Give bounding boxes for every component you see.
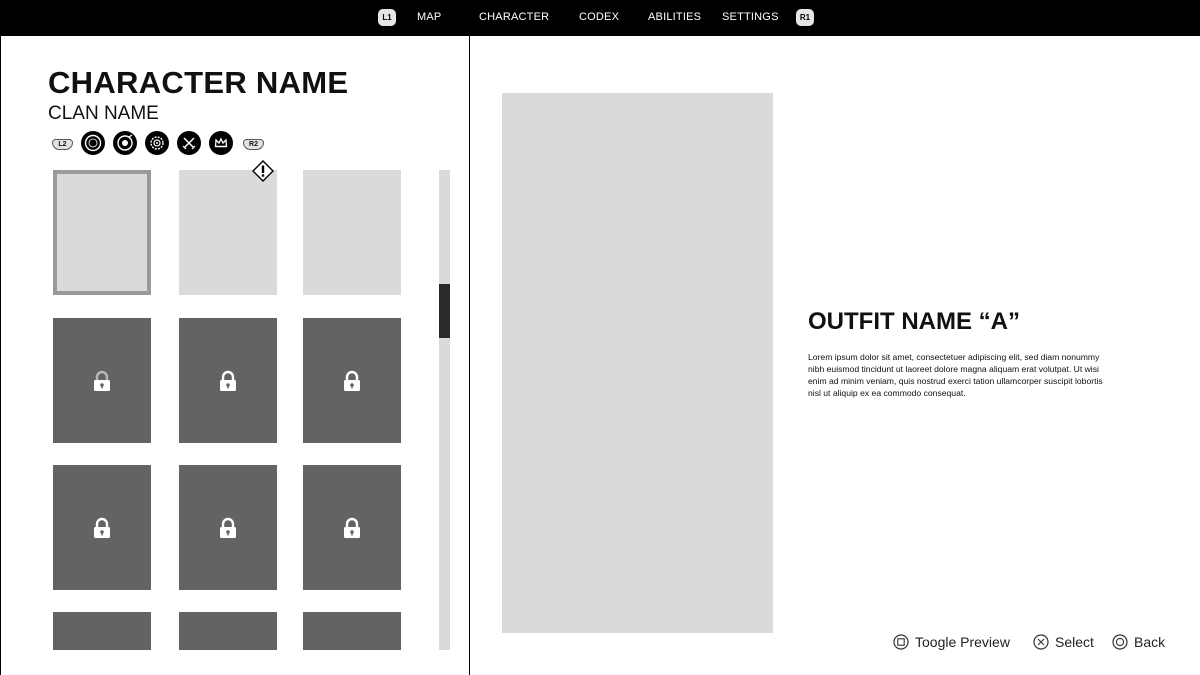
new-item-alert-icon — [252, 160, 274, 182]
outfit-preview-image — [502, 93, 773, 633]
cross-button-icon — [1033, 634, 1049, 650]
outfit-tile-selected[interactable] — [53, 170, 151, 295]
outfit-tile-locked[interactable] — [53, 612, 151, 650]
lock-icon — [344, 370, 360, 391]
square-button-icon — [893, 634, 909, 650]
toggle-preview-hint[interactable]: Toogle Preview — [893, 633, 1010, 651]
outfit-selection-panel: CHARACTER NAME CLAN NAME L2 R2 — [0, 36, 470, 675]
circle-button-icon — [1112, 634, 1128, 650]
outfit-description: Lorem ipsum dolor sit amet, consectetuer… — [808, 352, 1103, 398]
lock-icon — [94, 517, 110, 538]
outfit-tile-locked[interactable] — [53, 318, 151, 443]
toggle-preview-label: Toogle Preview — [915, 634, 1010, 650]
r1-bumper-badge[interactable]: R1 — [796, 9, 814, 26]
nav-tab-character[interactable]: CHARACTER — [479, 11, 549, 23]
outfit-title: OUTFIT NAME “A” — [808, 308, 1020, 335]
outfit-grid — [1, 36, 469, 675]
outfit-tile-locked[interactable] — [179, 465, 277, 590]
outfit-tile-locked[interactable] — [303, 465, 401, 590]
outfit-tile-locked[interactable] — [179, 318, 277, 443]
lock-icon — [220, 517, 236, 538]
lock-icon — [220, 370, 236, 391]
outfit-tile[interactable] — [179, 170, 277, 295]
outfit-tile-locked[interactable] — [303, 612, 401, 650]
back-hint[interactable]: Back — [1112, 633, 1165, 651]
top-nav-bar: L1 MAP CHARACTER CODEX ABILITIES SETTING… — [0, 0, 1200, 36]
outfit-scrollbar-track[interactable] — [439, 170, 450, 650]
outfit-tile-locked[interactable] — [179, 612, 277, 650]
nav-tab-codex[interactable]: CODEX — [579, 11, 619, 23]
outfit-tile-locked[interactable] — [53, 465, 151, 590]
nav-tab-map[interactable]: MAP — [417, 11, 441, 23]
back-label: Back — [1134, 634, 1166, 650]
lock-icon — [344, 517, 360, 538]
nav-tab-settings[interactable]: SETTINGS — [722, 11, 779, 23]
outfit-tile-locked[interactable] — [303, 318, 401, 443]
lock-icon — [94, 370, 110, 391]
nav-tab-abilities[interactable]: ABILITIES — [648, 11, 701, 23]
outfit-scrollbar-thumb[interactable] — [439, 284, 450, 338]
outfit-tile[interactable] — [303, 170, 401, 295]
select-label: Select — [1055, 634, 1094, 650]
select-hint[interactable]: Select — [1033, 633, 1094, 651]
l1-bumper-badge[interactable]: L1 — [378, 9, 396, 26]
